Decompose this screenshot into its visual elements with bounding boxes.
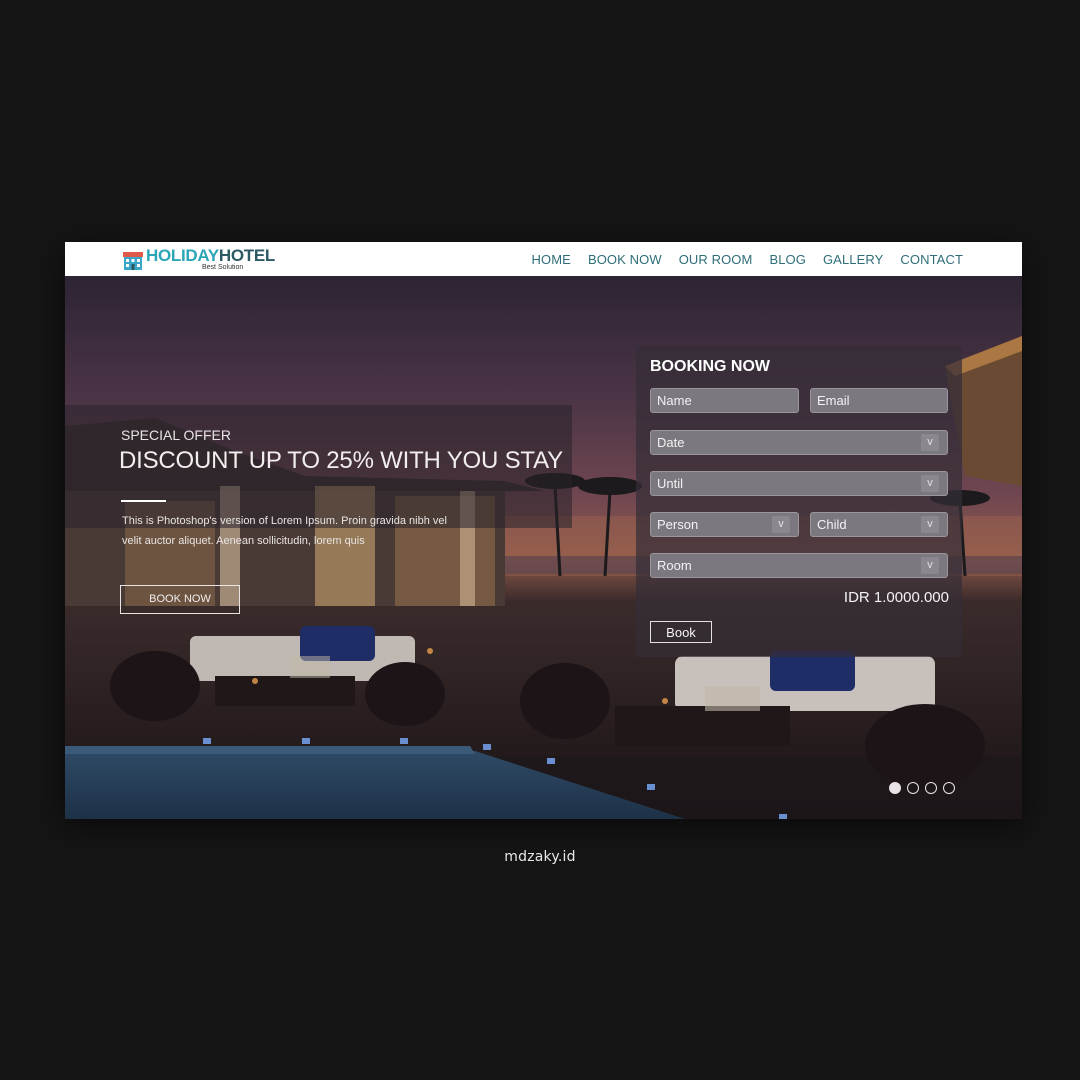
- main-nav: HOME BOOK NOW OUR ROOM BLOG GALLERY CONT…: [532, 242, 963, 276]
- logo-tagline: Best Solution: [202, 264, 244, 271]
- room-select-label: Room: [657, 558, 692, 573]
- email-input[interactable]: [811, 389, 947, 412]
- chevron-down-icon[interactable]: v: [772, 516, 790, 533]
- offer-title: DISCOUNT UP TO 25% WITH YOU STAY: [119, 447, 563, 474]
- slider-dot-2[interactable]: [907, 782, 919, 794]
- nav-book-now[interactable]: BOOK NOW: [588, 252, 662, 267]
- date-select[interactable]: Date v: [650, 430, 948, 455]
- hotel-building-icon: [123, 252, 143, 270]
- slider-dot-3[interactable]: [925, 782, 937, 794]
- until-select-label: Until: [657, 476, 684, 491]
- price-display: IDR 1.0000.000: [843, 589, 949, 606]
- chevron-down-icon[interactable]: v: [921, 516, 939, 533]
- nav-our-room[interactable]: OUR ROOM: [679, 252, 753, 267]
- book-button[interactable]: Book: [650, 621, 712, 643]
- nav-contact[interactable]: CONTACT: [900, 252, 963, 267]
- offer-subtitle: SPECIAL OFFER: [121, 427, 231, 443]
- offer-description: This is Photoshop's version of Lorem Ips…: [122, 515, 447, 547]
- nav-home[interactable]: HOME: [532, 252, 571, 267]
- website-mockup: HOLIDAYHOTEL Best Solution HOME BOOK NOW…: [65, 242, 1022, 819]
- chevron-down-icon[interactable]: v: [921, 475, 939, 492]
- hero-slider: SPECIAL OFFER DISCOUNT UP TO 25% WITH YO…: [65, 276, 1022, 819]
- person-select-label: Person: [657, 517, 699, 532]
- book-now-button[interactable]: BOOK NOW: [120, 585, 240, 614]
- name-input[interactable]: [651, 389, 798, 412]
- nav-blog[interactable]: BLOG: [769, 252, 806, 267]
- person-select[interactable]: Person v: [650, 512, 799, 537]
- chevron-down-icon[interactable]: v: [921, 557, 939, 574]
- logo-hotel-text: HOTEL: [218, 246, 275, 265]
- slider-dot-1[interactable]: [889, 782, 901, 794]
- date-select-label: Date: [657, 435, 685, 450]
- nav-gallery[interactable]: GALLERY: [823, 252, 883, 267]
- booking-title: BOOKING NOW: [650, 358, 770, 375]
- author-credit: mdzaky.id: [504, 849, 576, 865]
- name-field[interactable]: [650, 388, 799, 413]
- room-select[interactable]: Room v: [650, 553, 948, 578]
- logo-wordmark: HOLIDAYHOTEL: [146, 247, 275, 265]
- email-field[interactable]: [810, 388, 948, 413]
- slider-dot-4[interactable]: [943, 782, 955, 794]
- logo-holiday-text: HOLIDAY: [146, 246, 219, 265]
- header: HOLIDAYHOTEL Best Solution HOME BOOK NOW…: [65, 242, 1022, 276]
- chevron-down-icon[interactable]: v: [921, 434, 939, 451]
- slider-dots: [889, 782, 955, 794]
- booking-form: BOOKING NOW Date v Until v Person v Chil…: [636, 346, 962, 657]
- until-select[interactable]: Until v: [650, 471, 948, 496]
- child-select[interactable]: Child v: [810, 512, 948, 537]
- offer-divider: [121, 500, 166, 502]
- child-select-label: Child: [817, 517, 847, 532]
